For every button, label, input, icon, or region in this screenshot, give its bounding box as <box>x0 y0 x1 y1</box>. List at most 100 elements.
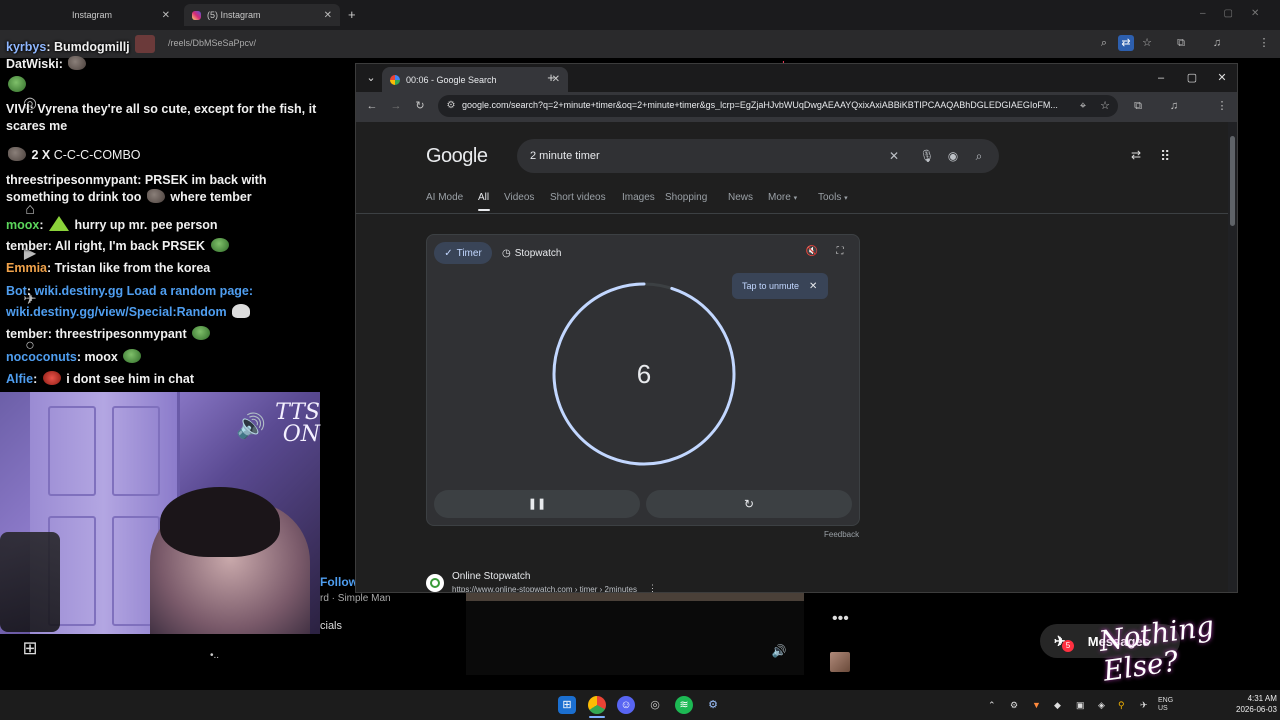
grid-icon[interactable]: ⊞ <box>20 638 40 658</box>
site-info-icon[interactable]: ⚙ <box>442 97 460 115</box>
language-indicator[interactable]: ENG US <box>1158 697 1173 713</box>
tab-videos[interactable]: Videos <box>504 192 534 203</box>
chat-message: kyrbys: Bumdogmillj <box>6 35 326 56</box>
tray-network-icon[interactable]: ✈ <box>1140 700 1148 711</box>
reload-icon[interactable]: ↻ <box>411 97 429 115</box>
chat-message: tember: All right, I'm back PRSEK <box>6 238 326 255</box>
tab-short-videos[interactable]: Short videos <box>550 192 606 203</box>
tab-all[interactable]: All <box>478 192 489 203</box>
chat-link[interactable]: wiki.destiny.gg/view/Special:Random <box>6 304 326 321</box>
close-window-icon[interactable]: ✕ <box>1211 68 1233 88</box>
extensions-icon[interactable]: ⧉ <box>1129 97 1147 115</box>
google-logo[interactable]: Google <box>426 145 488 168</box>
stopwatch-chip-label: Stopwatch <box>514 247 562 259</box>
location-icon[interactable]: ⌖ <box>1074 97 1092 115</box>
tab-images[interactable]: Images <box>622 192 655 203</box>
search-icon[interactable]: ⌕ <box>971 148 987 164</box>
result-title[interactable]: Online Stopwatch <box>452 571 530 582</box>
tts-label: TTS <box>275 400 320 425</box>
tray-chevron-icon[interactable]: ⌃ <box>988 700 996 711</box>
timer-chip[interactable]: ✓ Timer <box>434 242 492 264</box>
song-label: rd · Simple Man <box>320 593 391 604</box>
rock-emote-icon <box>8 147 26 161</box>
tts-state: ON <box>282 422 320 447</box>
bg-window-controls[interactable]: –▢✕ <box>1200 8 1277 19</box>
tray-app-icon[interactable]: ⚲ <box>1118 700 1125 711</box>
zoom-icon[interactable]: ⌕ <box>1096 35 1112 51</box>
fullscreen-icon[interactable]: ⛶ <box>833 246 847 260</box>
new-tab-button[interactable]: + <box>540 68 562 88</box>
volume-icon[interactable]: 🔊 <box>770 642 788 660</box>
chat-message: DatWiski: <box>6 56 326 73</box>
apps-grid-icon[interactable]: ⠿ <box>1160 148 1176 164</box>
share-icon[interactable]: ⇄ <box>1131 148 1147 164</box>
red-emote-icon <box>42 371 61 385</box>
follow-button[interactable]: Follow <box>320 575 358 589</box>
clock[interactable]: 4:31 AM 2026-06-03 <box>1236 693 1277 715</box>
rock-emote-icon <box>68 56 87 70</box>
clock-date: 2026-06-03 <box>1236 705 1277 714</box>
extension-icon[interactable]: ⇄ <box>1118 35 1134 51</box>
check-icon: ✓ <box>444 247 453 259</box>
tab-search-icon[interactable]: ⌄ <box>360 68 382 88</box>
media-icon[interactable]: ♫ <box>1165 97 1183 115</box>
clear-icon[interactable]: ✕ <box>886 148 902 164</box>
spotify-icon[interactable]: ≋ <box>675 696 693 714</box>
stopwatch-chip[interactable]: ◷ Stopwatch <box>502 242 572 264</box>
tray-app-icon[interactable]: ▣ <box>1076 700 1085 711</box>
puzzle-icon[interactable]: ⧉ <box>1173 35 1189 51</box>
tray-steam-icon[interactable]: ⚙ <box>1010 700 1018 711</box>
star-icon[interactable]: ☆ <box>1096 97 1114 115</box>
chat-message: Bot: wiki.destiny.gg Load a random page: <box>6 284 254 298</box>
feedback-link[interactable]: Feedback <box>824 530 859 539</box>
audio-thumbnail[interactable] <box>830 652 850 672</box>
tray-app-icon[interactable]: ◆ <box>1054 700 1061 711</box>
start-icon[interactable]: ⊞ <box>558 696 576 714</box>
timer-value: 6 <box>636 359 652 389</box>
result-menu-icon[interactable]: ⋮ <box>648 583 657 592</box>
tray-brave-icon[interactable]: ▼ <box>1032 700 1041 710</box>
steam-icon[interactable]: ⚙ <box>704 696 722 714</box>
microphone <box>0 532 60 632</box>
result-favicon-inner <box>430 578 440 588</box>
menu-kebab-icon[interactable]: ⋮ <box>1256 35 1272 51</box>
pause-button[interactable]: ❚❚ <box>434 490 640 518</box>
screen: Instagram ✕ (5) Instagram ✕ + –▢✕ /reels… <box>0 0 1280 720</box>
chat-message: tember: threestripesonmypant <box>6 326 326 343</box>
minimize-icon[interactable]: – <box>1150 68 1172 88</box>
chat-message: 2 X C-C-C-COMBO <box>6 147 326 164</box>
tab-more[interactable]: More ▾ <box>768 192 797 203</box>
star-icon[interactable]: ☆ <box>1139 35 1155 51</box>
mic-icon[interactable]: 🎙 <box>919 148 935 164</box>
more-options-icon[interactable]: ••• <box>832 610 849 628</box>
close-icon[interactable]: ✕ <box>809 281 817 292</box>
result-url[interactable]: https://www.online-stopwatch.com › timer… <box>452 585 637 592</box>
tray-app-icon[interactable]: ◈ <box>1098 700 1105 711</box>
maximize-icon[interactable]: ▢ <box>1181 68 1203 88</box>
tab-ai-mode[interactable]: AI Mode <box>426 192 463 203</box>
pepe-emote-icon <box>210 238 229 252</box>
new-tab-button[interactable]: + <box>348 7 356 22</box>
tab-shopping[interactable]: Shopping <box>665 192 707 203</box>
active-app-indicator <box>589 716 605 718</box>
menu-kebab-icon[interactable]: ⋮ <box>1213 97 1231 115</box>
clock-time: 4:31 AM <box>1247 694 1277 703</box>
back-icon[interactable]: ← <box>363 97 381 115</box>
lens-icon[interactable]: ◉ <box>945 148 961 164</box>
chrome-icon[interactable] <box>588 696 606 714</box>
unmute-tooltip[interactable]: Tap to unmute ✕ <box>732 273 828 299</box>
forward-icon[interactable]: → <box>387 97 405 115</box>
reset-button[interactable]: ↻ <box>646 490 852 518</box>
chat-message: VIVI: Vyrena they're all so cute, except… <box>6 102 317 133</box>
tab-news[interactable]: News <box>728 192 753 203</box>
scrollbar-thumb[interactable] <box>1230 136 1235 226</box>
discord-icon[interactable]: ☺ <box>617 696 635 714</box>
chat-overlay: kyrbys: Bumdogmillj DatWiski: VIVI: Vyre… <box>0 0 330 392</box>
reel-video[interactable] <box>466 593 804 675</box>
media-icon[interactable]: ♫ <box>1209 35 1225 51</box>
search-input[interactable]: 2 minute timer <box>530 150 600 162</box>
mute-icon[interactable]: 🔇 <box>805 246 819 260</box>
tab-tools[interactable]: Tools ▾ <box>818 192 848 203</box>
obs-icon[interactable]: ◎ <box>646 696 664 714</box>
divider <box>356 213 1228 214</box>
